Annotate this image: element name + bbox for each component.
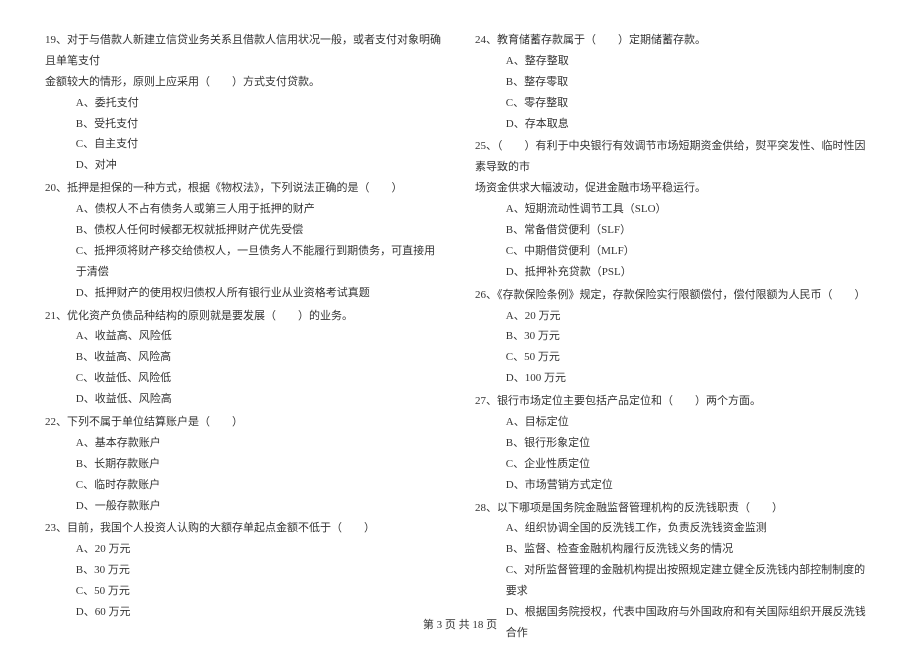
question-25: 25、（ ）有利于中央银行有效调节市场短期资金供给，熨平突发性、临时性因素导致的… — [475, 136, 875, 282]
question-22: 22、下列不属于单位结算账户是（ ） A、基本存款账户 B、长期存款账户 C、临… — [45, 412, 445, 516]
question-20: 20、抵押是担保的一种方式，根据《物权法》，下列说法正确的是（ ） A、债权人不… — [45, 178, 445, 303]
right-column: 24、教育储蓄存款属于（ ）定期储蓄存款。 A、整存整取 B、整存零取 C、零存… — [475, 30, 875, 646]
question-stem-cont: 金额较大的情形，原则上应采用（ ）方式支付贷款。 — [45, 72, 445, 93]
option-b: B、30 万元 — [45, 560, 445, 581]
left-column: 19、对于与借款人新建立信贷业务关系且借款人信用状况一般，或者支付对象明确且单笔… — [45, 30, 445, 646]
question-stem: 28、以下哪项是国务院金融监督管理机构的反洗钱职责（ ） — [475, 498, 875, 519]
question-stem: 22、下列不属于单位结算账户是（ ） — [45, 412, 445, 433]
option-b: B、长期存款账户 — [45, 454, 445, 475]
option-c: C、中期借贷便利（MLF） — [475, 241, 875, 262]
option-b: B、受托支付 — [45, 114, 445, 135]
option-b: B、收益高、风险高 — [45, 347, 445, 368]
option-d: D、抵押财产的使用权归债权人所有银行业从业资格考试真题 — [45, 283, 445, 304]
option-d: D、对冲 — [45, 155, 445, 176]
question-21: 21、优化资产负债品种结构的原则就是要发展（ ）的业务。 A、收益高、风险低 B… — [45, 306, 445, 410]
option-b: B、债权人任何时候都无权就抵押财产优先受偿 — [45, 220, 445, 241]
question-stem: 27、银行市场定位主要包括产品定位和（ ）两个方面。 — [475, 391, 875, 412]
option-b: B、常备借贷便利（SLF） — [475, 220, 875, 241]
option-b: B、银行形象定位 — [475, 433, 875, 454]
option-c: C、收益低、风险低 — [45, 368, 445, 389]
option-a: A、短期流动性调节工具（SLO） — [475, 199, 875, 220]
option-a: A、委托支付 — [45, 93, 445, 114]
option-d: D、100 万元 — [475, 368, 875, 389]
question-stem: 20、抵押是担保的一种方式，根据《物权法》，下列说法正确的是（ ） — [45, 178, 445, 199]
option-a: A、基本存款账户 — [45, 433, 445, 454]
option-a: A、20 万元 — [45, 539, 445, 560]
option-b: B、监督、检查金融机构履行反洗钱义务的情况 — [475, 539, 875, 560]
option-d: D、存本取息 — [475, 114, 875, 135]
option-c: C、50 万元 — [45, 581, 445, 602]
option-d: D、收益低、风险高 — [45, 389, 445, 410]
option-c: C、零存整取 — [475, 93, 875, 114]
question-27: 27、银行市场定位主要包括产品定位和（ ）两个方面。 A、目标定位 B、银行形象… — [475, 391, 875, 495]
question-stem: 21、优化资产负债品种结构的原则就是要发展（ ）的业务。 — [45, 306, 445, 327]
option-a: A、收益高、风险低 — [45, 326, 445, 347]
question-stem-cont: 场资金供求大幅波动，促进金融市场平稳运行。 — [475, 178, 875, 199]
question-26: 26、《存款保险条例》规定，存款保险实行限额偿付，偿付限额为人民币（ ） A、2… — [475, 285, 875, 389]
option-c: C、临时存款账户 — [45, 475, 445, 496]
question-24: 24、教育储蓄存款属于（ ）定期储蓄存款。 A、整存整取 B、整存零取 C、零存… — [475, 30, 875, 134]
option-a: A、整存整取 — [475, 51, 875, 72]
question-stem: 19、对于与借款人新建立信贷业务关系且借款人信用状况一般，或者支付对象明确且单笔… — [45, 30, 445, 72]
option-a: A、目标定位 — [475, 412, 875, 433]
option-d: D、抵押补充贷款（PSL） — [475, 262, 875, 283]
question-23: 23、目前，我国个人投资人认购的大额存单起点金额不低于（ ） A、20 万元 B… — [45, 518, 445, 622]
question-stem: 25、（ ）有利于中央银行有效调节市场短期资金供给，熨平突发性、临时性因素导致的… — [475, 136, 875, 178]
question-stem: 23、目前，我国个人投资人认购的大额存单起点金额不低于（ ） — [45, 518, 445, 539]
option-a: A、组织协调全国的反洗钱工作，负责反洗钱资金监测 — [475, 518, 875, 539]
option-d: D、市场营销方式定位 — [475, 475, 875, 496]
question-stem: 26、《存款保险条例》规定，存款保险实行限额偿付，偿付限额为人民币（ ） — [475, 285, 875, 306]
option-c: C、抵押须将财产移交给债权人，一旦债务人不能履行到期债务，可直接用于清偿 — [45, 241, 445, 283]
option-c: C、企业性质定位 — [475, 454, 875, 475]
option-c: C、50 万元 — [475, 347, 875, 368]
question-stem: 24、教育储蓄存款属于（ ）定期储蓄存款。 — [475, 30, 875, 51]
page-footer: 第 3 页 共 18 页 — [0, 615, 920, 636]
two-column-layout: 19、对于与借款人新建立信贷业务关系且借款人信用状况一般，或者支付对象明确且单笔… — [45, 30, 875, 646]
option-d: D、一般存款账户 — [45, 496, 445, 517]
option-b: B、30 万元 — [475, 326, 875, 347]
option-c: C、自主支付 — [45, 134, 445, 155]
option-c: C、对所监督管理的金融机构提出按照规定建立健全反洗钱内部控制制度的要求 — [475, 560, 875, 602]
option-b: B、整存零取 — [475, 72, 875, 93]
option-a: A、债权人不占有债务人或第三人用于抵押的财产 — [45, 199, 445, 220]
option-a: A、20 万元 — [475, 306, 875, 327]
question-19: 19、对于与借款人新建立信贷业务关系且借款人信用状况一般，或者支付对象明确且单笔… — [45, 30, 445, 176]
